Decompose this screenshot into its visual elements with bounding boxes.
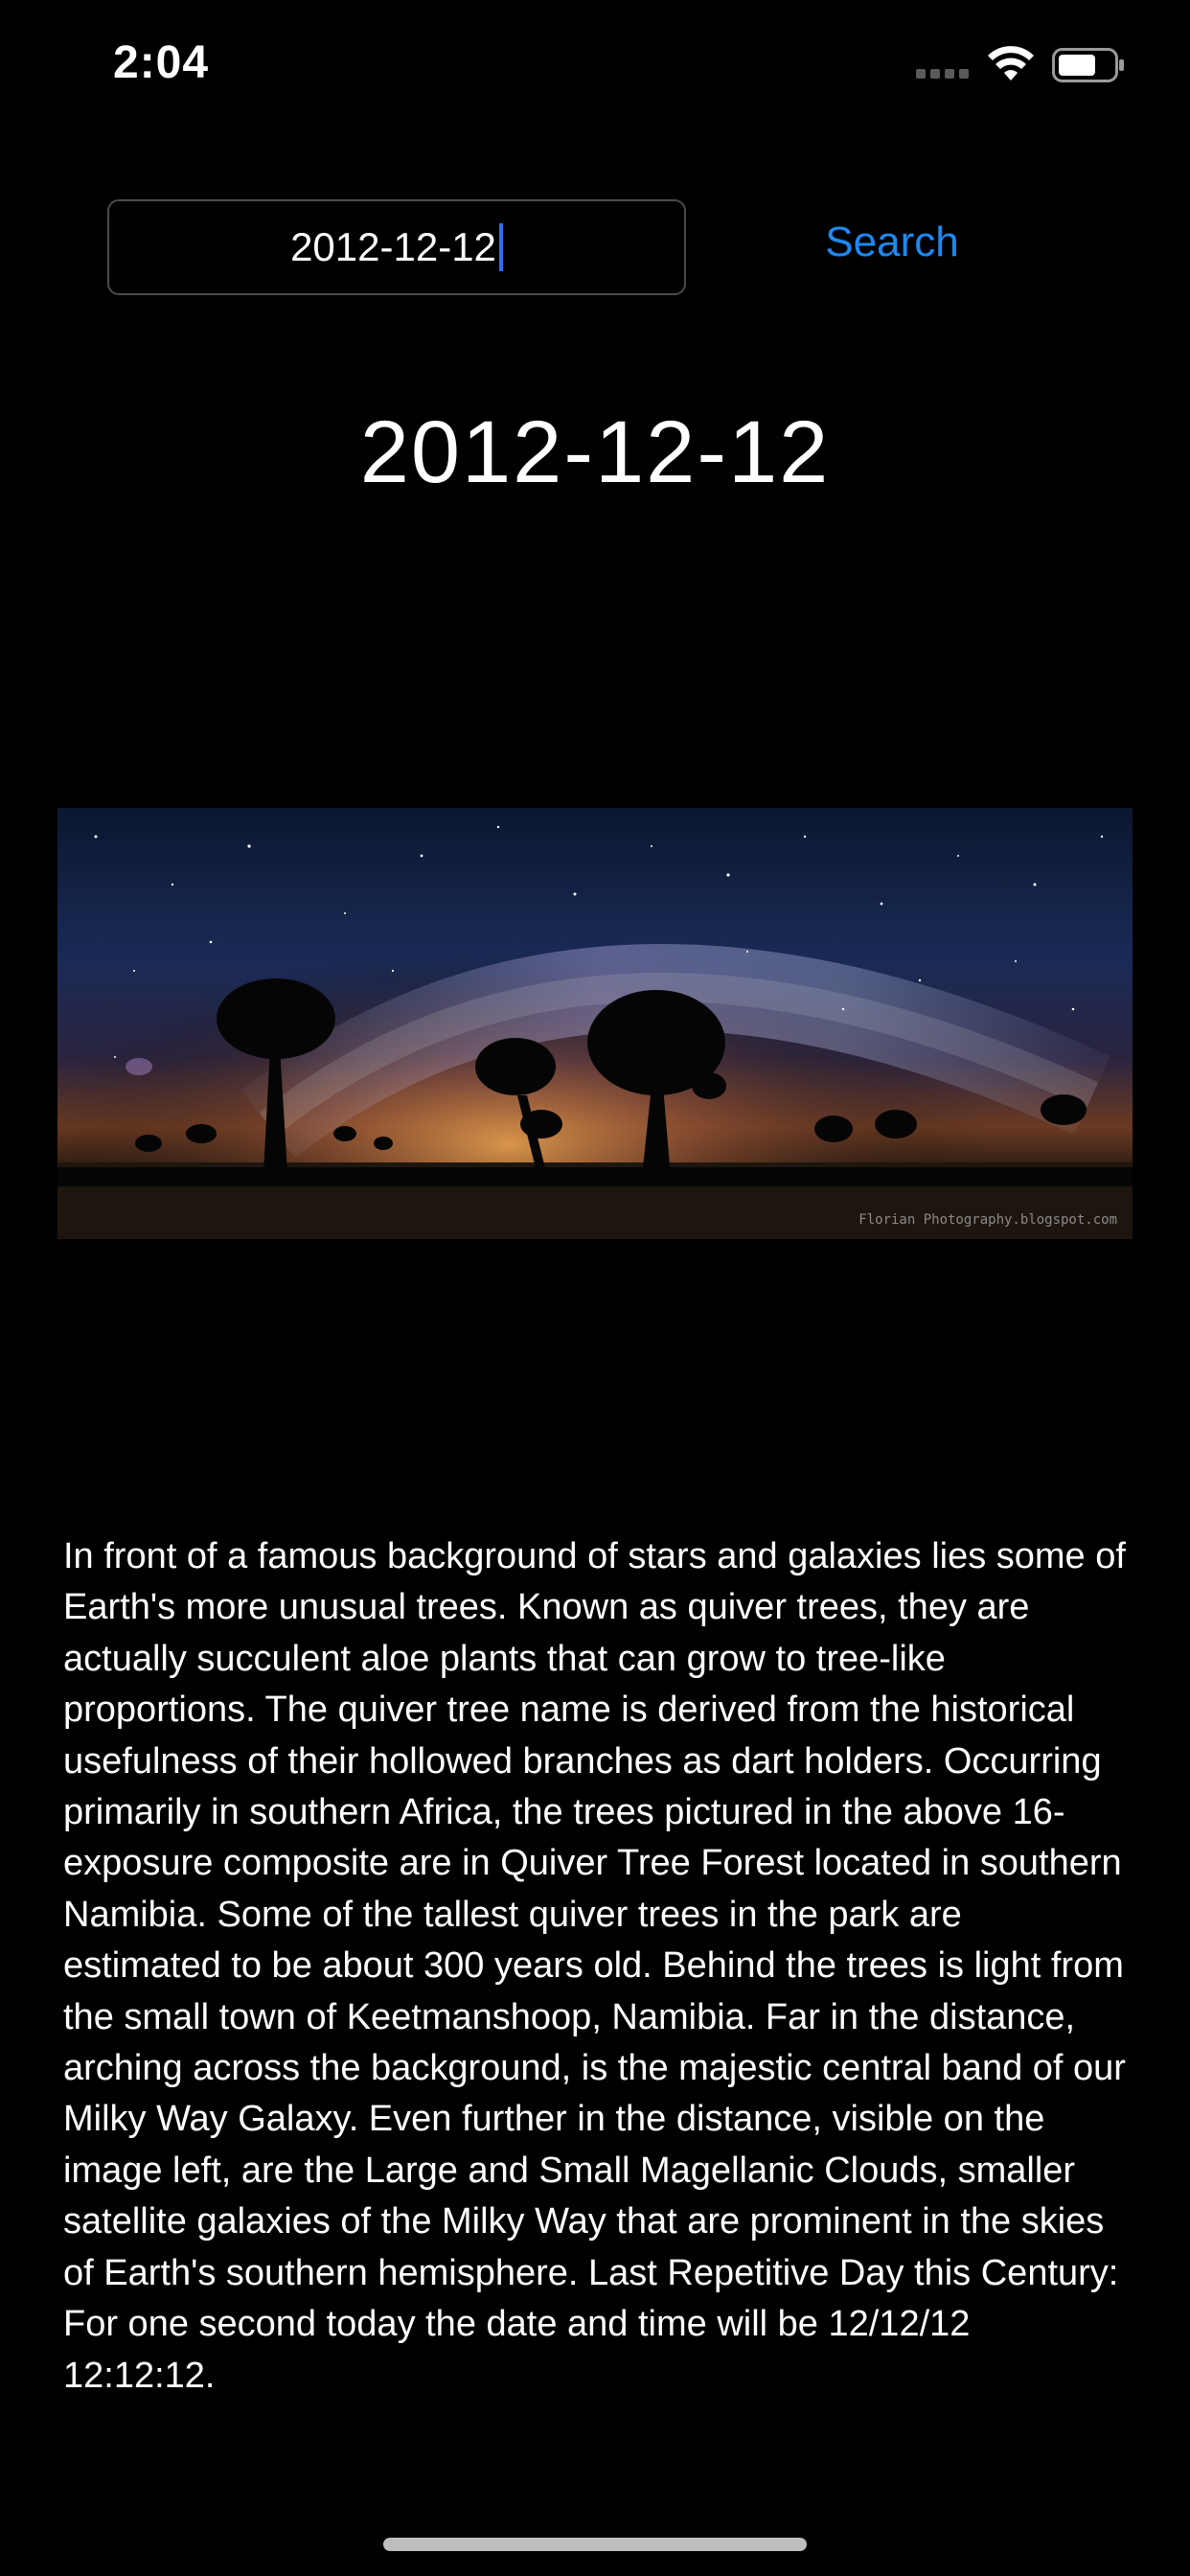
search-input-value: 2012-12-12 xyxy=(290,224,496,269)
page-title: 2012-12-12 xyxy=(359,403,831,501)
astronomy-photo: Florian Photography.blogspot.com xyxy=(57,808,1133,1239)
status-bar: 2:04 xyxy=(0,0,1190,134)
signal-dots-icon xyxy=(916,69,972,80)
search-button[interactable]: Search xyxy=(820,209,964,276)
status-time: 2:04 xyxy=(113,37,210,88)
photo-credit: Florian Photography.blogspot.com xyxy=(858,1212,1117,1228)
photo-illustration xyxy=(57,808,1133,1239)
battery-icon xyxy=(1052,48,1124,82)
description-text: In front of a famous background of stars… xyxy=(63,1536,1126,2396)
home-indicator[interactable] xyxy=(383,2538,807,2551)
search-input[interactable]: 2012-12-12 xyxy=(107,199,686,295)
screen: 2:04 2012-12-12 Search 2012-12-12 Floria… xyxy=(0,0,1190,2576)
text-caret xyxy=(498,223,503,271)
wifi-icon xyxy=(988,46,1034,80)
